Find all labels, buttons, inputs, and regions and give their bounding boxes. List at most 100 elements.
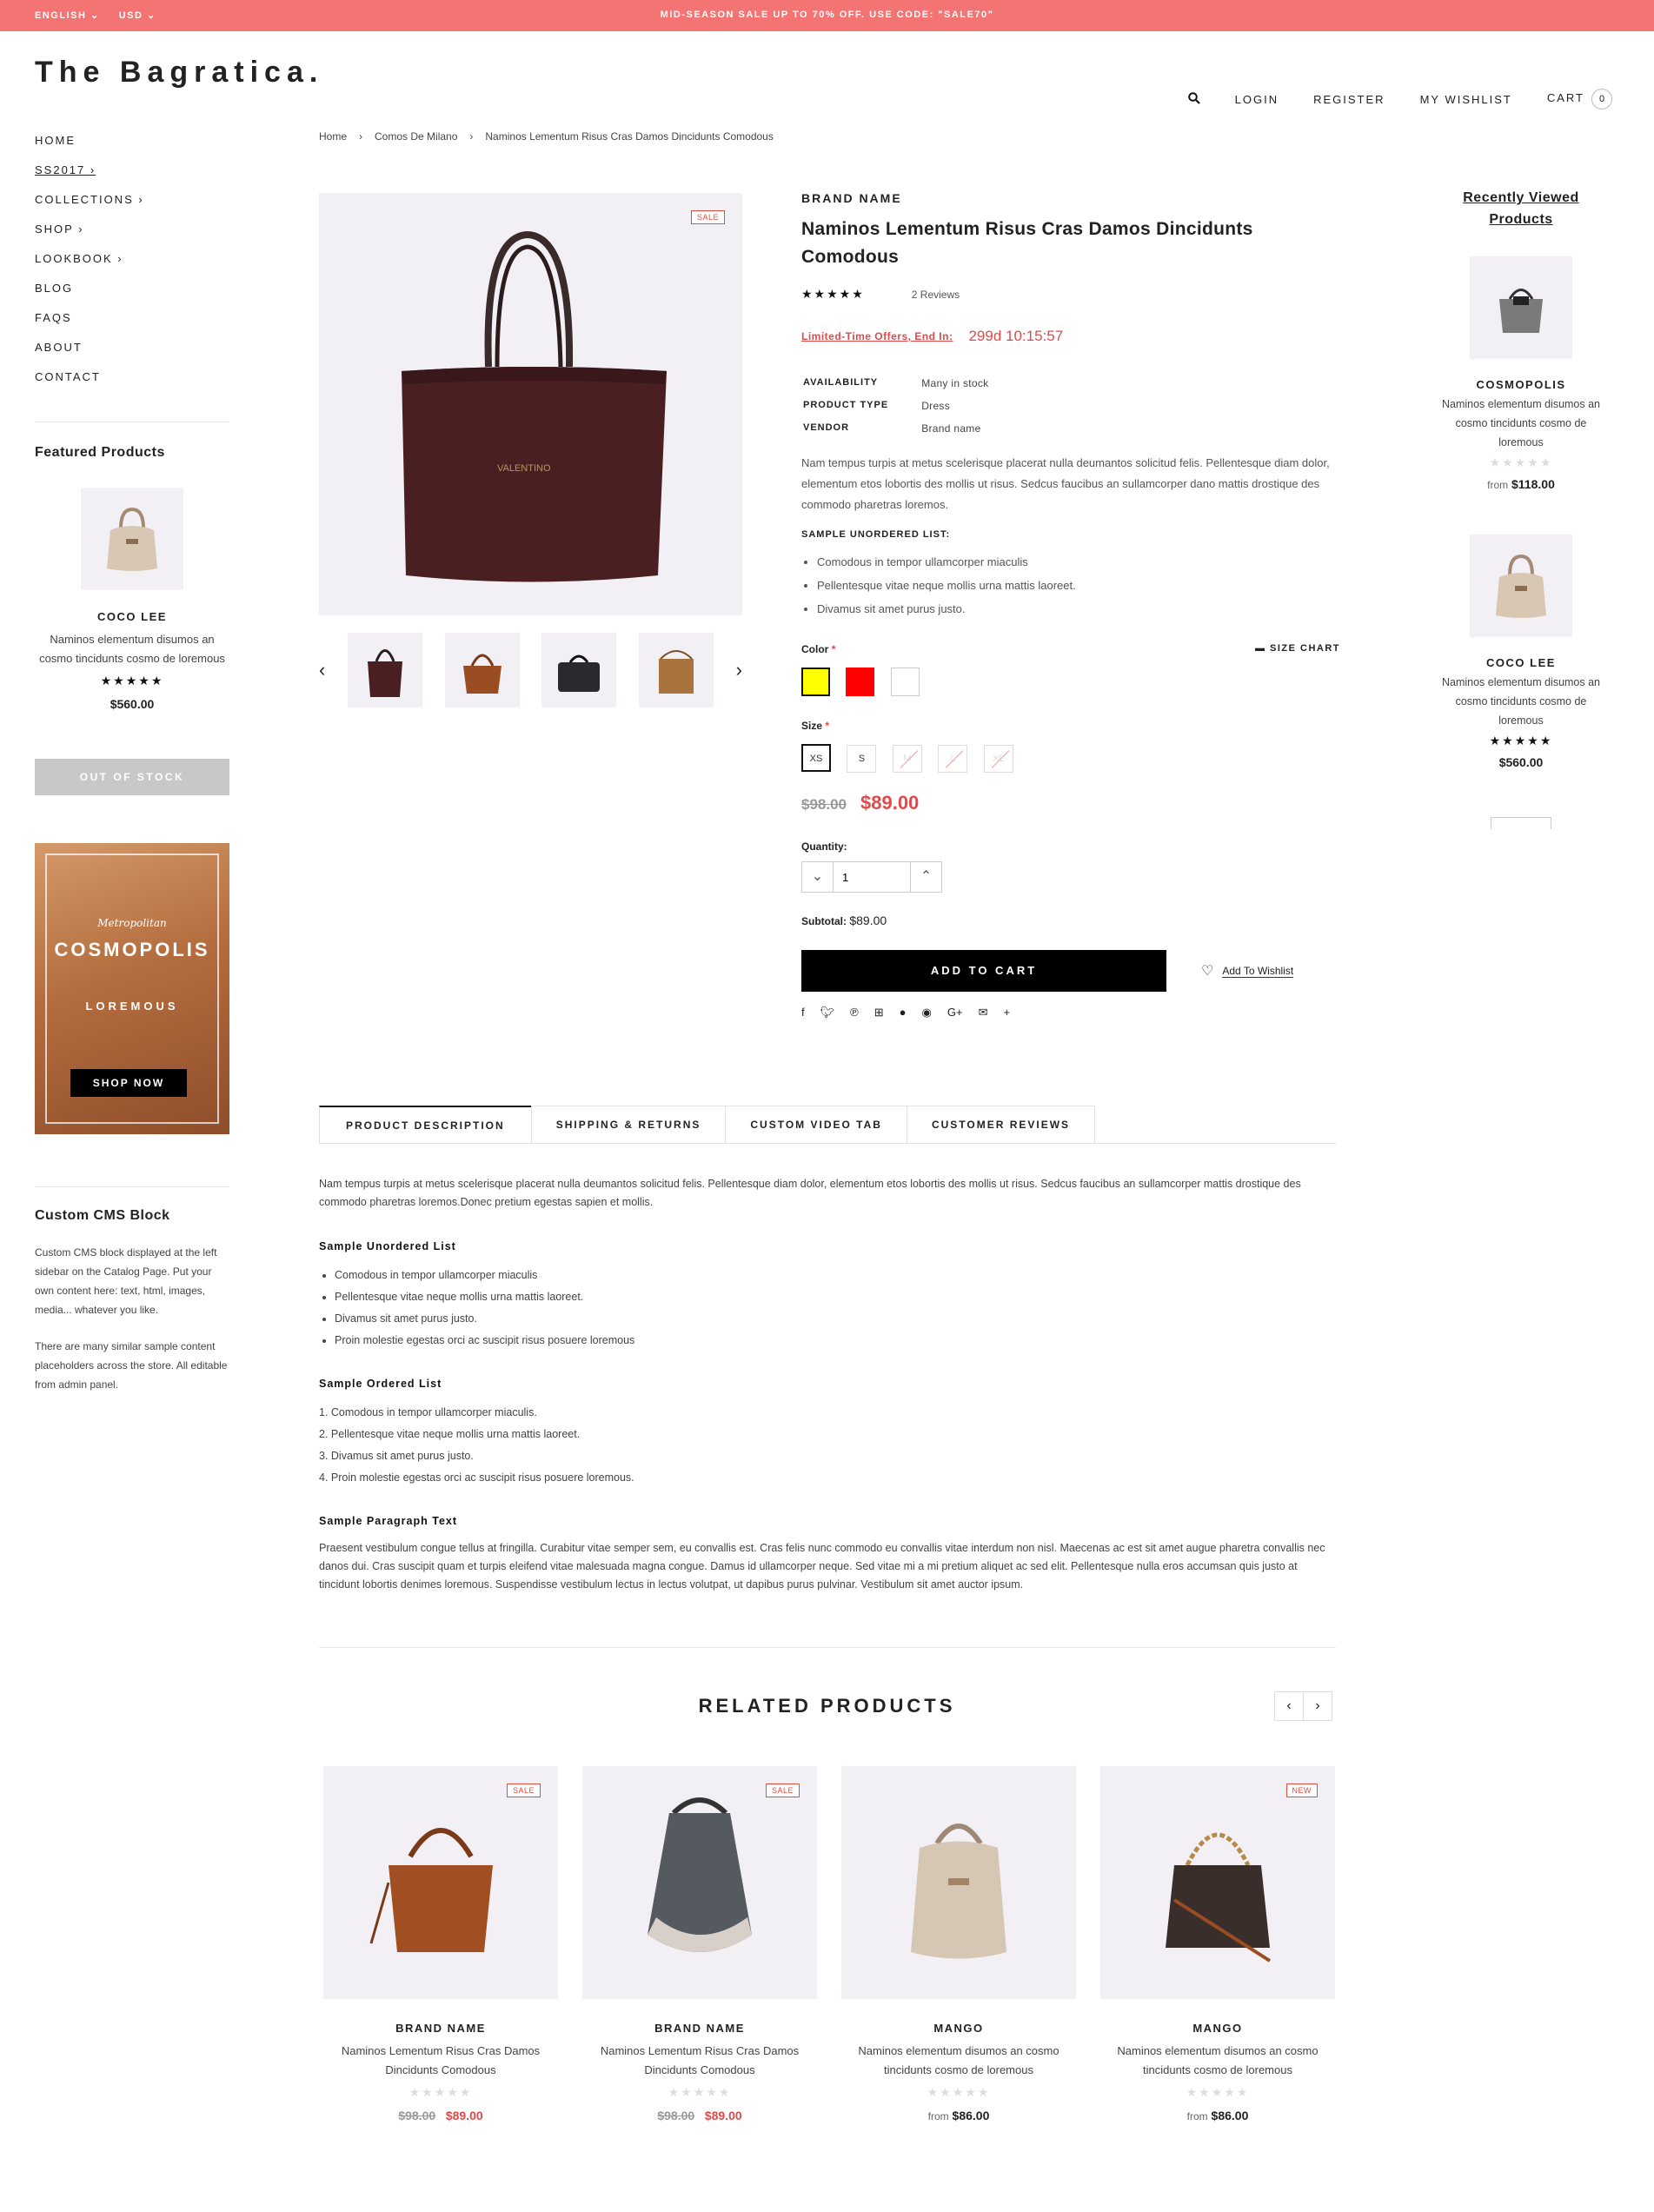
- decrease-quantity-button[interactable]: ⌄: [802, 862, 833, 892]
- add-to-wishlist-link[interactable]: ♡ Add To Wishlist: [1201, 962, 1294, 980]
- tab-product-description[interactable]: PRODUCT DESCRIPTION: [319, 1106, 532, 1143]
- wishlist-link[interactable]: MY WISHLIST: [1420, 93, 1512, 106]
- thumbnail-2[interactable]: [444, 633, 520, 707]
- pinterest-icon[interactable]: ℗: [850, 1006, 859, 1020]
- recent-item: COSMOPOLIS Naminos elementum disumos an …: [1434, 256, 1608, 491]
- tab-shipping-returns[interactable]: SHIPPING & RETURNS: [530, 1106, 727, 1143]
- chevron-right-icon[interactable]: ›: [736, 659, 742, 681]
- sidebar-item-ss2017[interactable]: SS2017 ›: [35, 156, 144, 185]
- list-item: 4. Proin molestie egestas orci ac suscip…: [319, 1471, 634, 1484]
- product-tabs: PRODUCT DESCRIPTION SHIPPING & RETURNS C…: [319, 1106, 1336, 1144]
- related-name[interactable]: Naminos Lementum Risus Cras Damos Dincid…: [323, 2042, 558, 2080]
- related-name[interactable]: Naminos elementum disumos an cosmo tinci…: [841, 2042, 1076, 2080]
- sidebar-item-about[interactable]: ABOUT: [35, 333, 144, 362]
- new-badge: NEW: [1285, 1784, 1318, 1797]
- related-brand[interactable]: BRAND NAME: [582, 2022, 817, 2035]
- product-brand[interactable]: BRAND NAME: [801, 191, 1340, 205]
- chevron-right-icon[interactable]: ›: [1303, 1691, 1332, 1721]
- list-title: SAMPLE UNORDERED LIST:: [801, 529, 951, 540]
- breadcrumb-home[interactable]: Home: [319, 130, 347, 143]
- search-icon[interactable]: [1187, 91, 1200, 107]
- size-l[interactable]: L: [938, 745, 968, 773]
- cms-text-2: There are many similar sample content pl…: [35, 1340, 228, 1391]
- add-to-wishlist-label: Add To Wishlist: [1222, 964, 1294, 978]
- recent-carousel-nav[interactable]: [1491, 817, 1551, 829]
- increase-quantity-button[interactable]: ⌃: [911, 862, 941, 892]
- email-icon[interactable]: ✉: [979, 1006, 988, 1020]
- chevron-left-icon[interactable]: ‹: [319, 659, 325, 681]
- color-swatch-white[interactable]: [890, 668, 920, 696]
- breadcrumb-current: Naminos Lementum Risus Cras Damos Dincid…: [485, 130, 774, 143]
- related-product-image[interactable]: [841, 1766, 1076, 1999]
- google-plus-icon[interactable]: G+: [947, 1006, 963, 1020]
- featured-name[interactable]: Naminos elementum disumos an cosmo tinci…: [35, 630, 229, 668]
- svg-text:VALENTINO: VALENTINO: [497, 463, 551, 474]
- site-logo[interactable]: The Bagratica.: [35, 56, 323, 90]
- related-product-image[interactable]: SALE: [323, 1766, 558, 1999]
- product-main-image[interactable]: SALE VALENTINO: [319, 193, 742, 615]
- sidebar-item-collections[interactable]: COLLECTIONS ›: [35, 185, 144, 215]
- thumbnail-4[interactable]: [638, 633, 714, 707]
- sidebar-item-contact[interactable]: CONTACT: [35, 362, 144, 392]
- list-item: Comodous in tempor ullamcorper miaculis: [335, 1265, 1336, 1286]
- related-name[interactable]: Naminos elementum disumos an cosmo tinci…: [1100, 2042, 1335, 2080]
- more-icon[interactable]: +: [1003, 1006, 1010, 1020]
- recent-item-name[interactable]: Naminos elementum disumos an cosmo tinci…: [1434, 395, 1608, 452]
- sale-badge: SALE: [765, 1784, 800, 1797]
- featured-product-image[interactable]: [81, 488, 183, 590]
- size-label: Size: [801, 720, 823, 732]
- breadcrumb-collection[interactable]: Comos De Milano: [375, 130, 457, 143]
- promo-banner[interactable]: Metropolitan COSMOPOLIS LOREMOUS SHOP NO…: [35, 843, 229, 1134]
- recent-item-brand[interactable]: COCO LEE: [1434, 656, 1608, 669]
- size-m[interactable]: M: [892, 745, 922, 773]
- related-price: $89.00: [445, 2109, 483, 2122]
- tab-paragraph-section: Sample Paragraph Text Praesent vestibulu…: [319, 1512, 1336, 1594]
- p-title: Sample Paragraph Text: [319, 1515, 458, 1527]
- thumbnail-1[interactable]: [347, 633, 422, 707]
- size-chart-link[interactable]: ▬ SIZE CHART: [1255, 643, 1340, 655]
- quantity-input[interactable]: [833, 862, 911, 892]
- shop-now-button[interactable]: SHOP NOW: [70, 1069, 187, 1097]
- recent-item-image[interactable]: [1470, 535, 1572, 637]
- out-of-stock-button[interactable]: OUT OF STOCK: [35, 759, 229, 795]
- featured-rating: ★★★★★: [100, 674, 164, 688]
- recent-item-brand[interactable]: COSMOPOLIS: [1434, 378, 1608, 391]
- tab-customer-reviews[interactable]: CUSTOMER REVIEWS: [906, 1106, 1096, 1143]
- related-brand[interactable]: MANGO: [1100, 2022, 1335, 2035]
- reviews-link[interactable]: 2 Reviews: [912, 289, 960, 301]
- add-to-cart-button[interactable]: ADD TO CART: [801, 950, 1166, 992]
- recent-item-name[interactable]: Naminos elementum disumos an cosmo tinci…: [1434, 673, 1608, 730]
- sidebar-item-lookbook[interactable]: LOOKBOOK ›: [35, 244, 144, 274]
- sidebar-item-home[interactable]: HOME: [35, 126, 144, 156]
- related-brand[interactable]: MANGO: [841, 2022, 1076, 2035]
- related-name[interactable]: Naminos Lementum Risus Cras Damos Dincid…: [582, 2042, 817, 2080]
- tab-custom-video[interactable]: CUSTOM VIDEO TAB: [725, 1106, 907, 1143]
- snapchat-icon[interactable]: ●: [900, 1006, 907, 1020]
- facebook-icon[interactable]: f: [801, 1006, 805, 1020]
- sidebar-item-blog[interactable]: BLOG: [35, 274, 144, 303]
- related-product-image[interactable]: NEW: [1100, 1766, 1335, 1999]
- grid-icon[interactable]: ⊞: [874, 1006, 884, 1020]
- availability-label: AVAILABILITY: [803, 377, 879, 388]
- featured-brand[interactable]: COCO LEE: [35, 610, 229, 623]
- color-swatches: [801, 668, 1340, 701]
- color-swatch-yellow[interactable]: [801, 668, 830, 696]
- reddit-icon[interactable]: ◉: [922, 1006, 932, 1020]
- size-xs[interactable]: XS: [801, 744, 831, 772]
- size-s[interactable]: S: [847, 745, 877, 773]
- list-item: Pellentesque vitae neque mollis urna mat…: [335, 1286, 1336, 1308]
- sidebar-item-shop[interactable]: SHOP ›: [35, 215, 144, 244]
- related-brand[interactable]: BRAND NAME: [323, 2022, 558, 2035]
- size-xl[interactable]: XL: [983, 745, 1013, 773]
- recent-item-image[interactable]: [1470, 256, 1572, 359]
- register-link[interactable]: REGISTER: [1313, 93, 1385, 106]
- twitter-icon[interactable]: 🐦︎: [820, 1006, 835, 1020]
- chevron-left-icon[interactable]: ‹: [1274, 1691, 1304, 1721]
- color-swatch-red[interactable]: [846, 668, 875, 696]
- login-link[interactable]: LOGIN: [1235, 93, 1279, 106]
- thumbnail-3[interactable]: [541, 633, 617, 707]
- sidebar-item-faqs[interactable]: FAQS: [35, 303, 144, 333]
- related-product-image[interactable]: SALE: [582, 1766, 817, 1999]
- current-price: $89.00: [860, 792, 920, 814]
- cart-link[interactable]: CART 0: [1547, 89, 1612, 110]
